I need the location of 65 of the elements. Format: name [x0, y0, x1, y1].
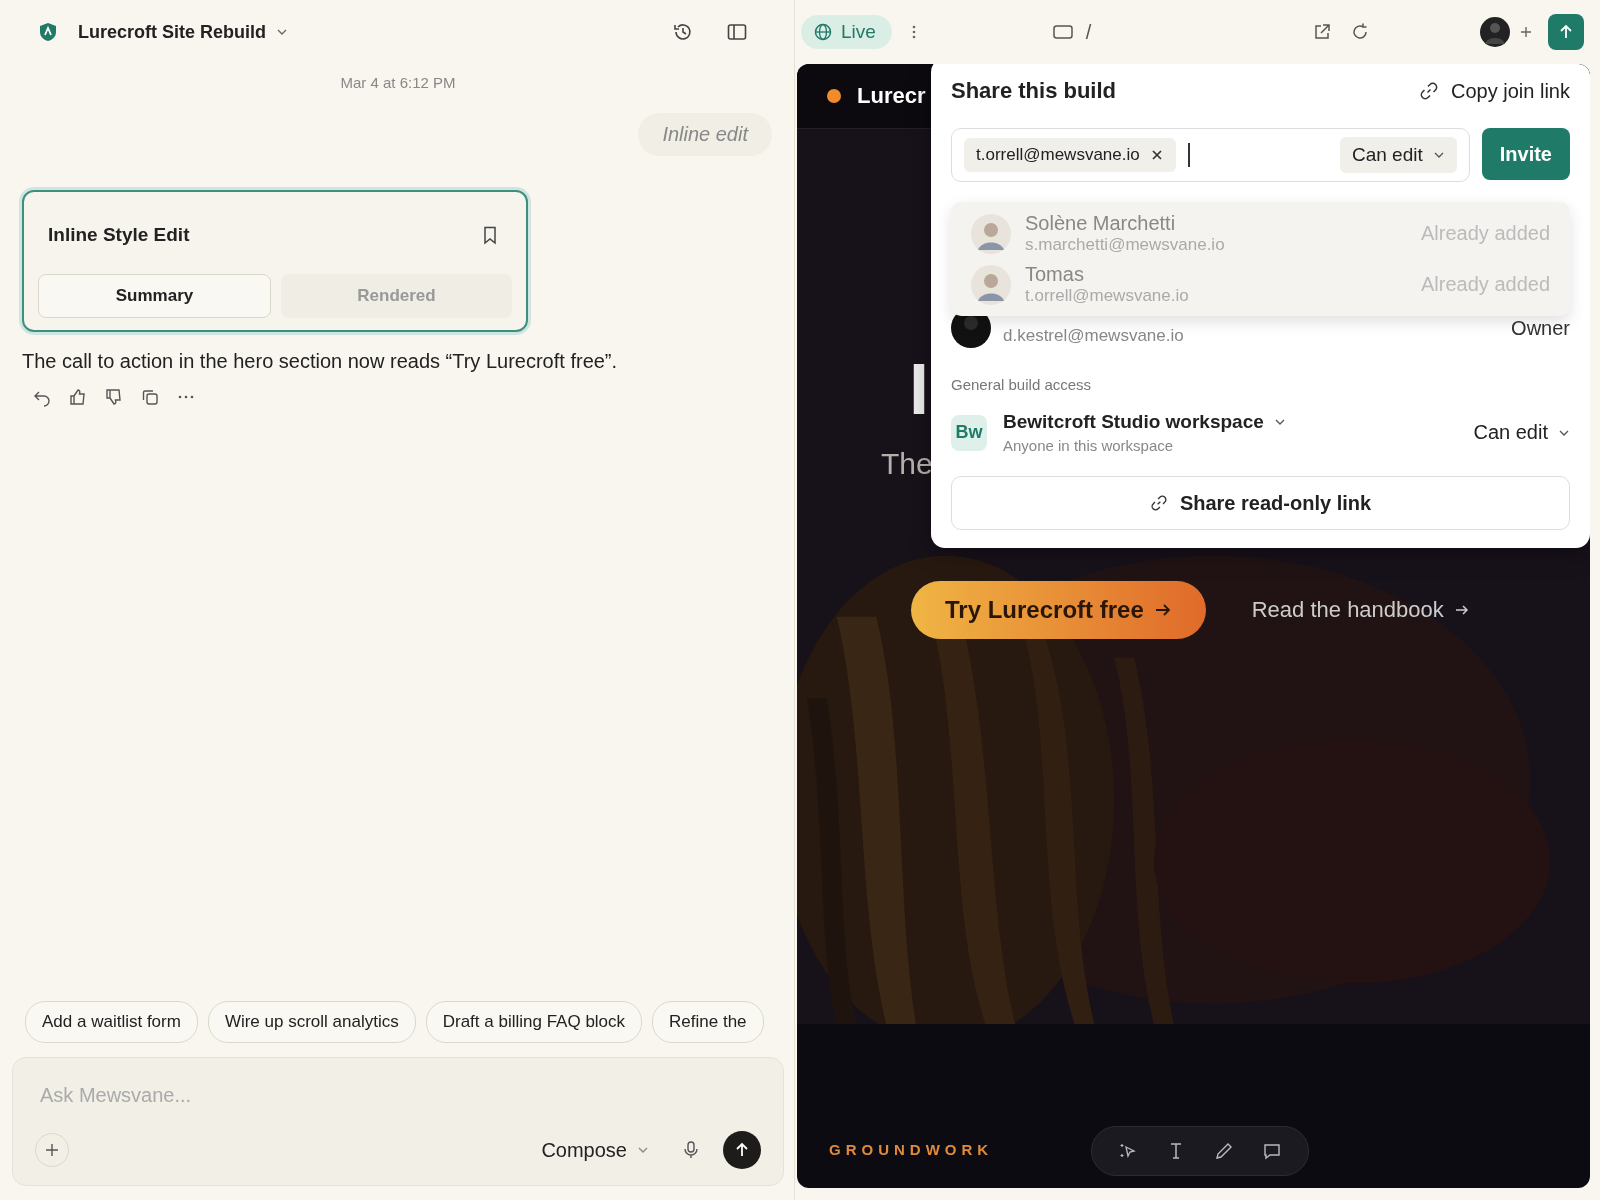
- person-name: Tomas: [1025, 263, 1085, 286]
- timestamp: Mar 4 at 6:12 PM: [339, 74, 457, 91]
- external-link-icon[interactable]: [1312, 22, 1332, 42]
- remove-icon[interactable]: [1149, 148, 1164, 162]
- workspace-description: Anyone in this workspace: [1003, 437, 1174, 454]
- copy-icon[interactable]: [140, 387, 160, 407]
- suggestion-chip[interactable]: Wire up scroll analytics: [207, 1001, 416, 1043]
- user-message: Inline edit: [638, 113, 772, 156]
- avatar-icon: [971, 264, 1011, 305]
- comment-icon[interactable]: [1262, 1141, 1282, 1161]
- popover-title: Share this build: [951, 78, 1117, 104]
- suggestion-chip[interactable]: Add a waitlist form: [25, 1001, 198, 1043]
- refresh-icon[interactable]: [1350, 22, 1370, 42]
- send-button[interactable]: [723, 1131, 761, 1169]
- person-email: s.marchetti@mewsvane.io: [1025, 235, 1225, 255]
- history-icon[interactable]: [672, 21, 694, 43]
- person-email: t.orrell@mewsvane.io: [1025, 286, 1189, 306]
- handbook-link[interactable]: Read the handbook: [1251, 597, 1470, 623]
- email-tag: t.orrell@mewsvane.io: [964, 138, 1176, 172]
- card-tab[interactable]: Summary: [38, 274, 271, 318]
- member-email: d.kestrel@mewsvane.io: [1003, 325, 1184, 346]
- thumbs-up-icon[interactable]: [68, 387, 88, 407]
- permission-dropdown[interactable]: Can edit: [1339, 137, 1457, 173]
- section-heading: General build access: [951, 376, 1093, 393]
- mode-dropdown[interactable]: Compose: [541, 1138, 649, 1162]
- project-title[interactable]: Lurecroft Site Rebuild: [78, 21, 266, 43]
- cta-button[interactable]: Try Lurecroft free: [911, 581, 1206, 639]
- plus-icon[interactable]: [1518, 24, 1534, 40]
- workspace-badge: Bw: [951, 414, 987, 451]
- suggestion-chip[interactable]: Refine the: [652, 1001, 764, 1043]
- pencil-icon[interactable]: [1214, 1141, 1234, 1161]
- arrow-up-icon: [1558, 24, 1574, 40]
- link-icon: [1149, 494, 1168, 512]
- suggestion-chip[interactable]: Draft a billing FAQ block: [425, 1001, 643, 1043]
- member-role: Owner: [1511, 316, 1570, 340]
- section-label: GROUNDWORK: [829, 1141, 994, 1158]
- microphone-icon[interactable]: [681, 1140, 701, 1160]
- hero-headline: I: [909, 353, 929, 425]
- page-path[interactable]: /: [1085, 20, 1092, 44]
- invite-field[interactable]: t.orrell@mewsvane.io Can edit: [951, 128, 1470, 182]
- link-icon: [1419, 81, 1440, 101]
- shield-icon: [38, 22, 58, 42]
- share-link-button[interactable]: Share read-only link: [951, 476, 1570, 530]
- arrow-up-icon: [734, 1142, 750, 1158]
- plus-icon: [44, 1142, 60, 1158]
- publish-button[interactable]: [1548, 14, 1584, 50]
- live-status[interactable]: Live: [801, 15, 892, 49]
- brand-dot-icon: [827, 89, 841, 103]
- card-title: Inline Style Edit: [48, 224, 190, 246]
- status-label: Already added: [1421, 222, 1550, 245]
- access-dropdown[interactable]: Can edit: [1473, 421, 1570, 444]
- prompt-field[interactable]: Ask Mewsvane...: [35, 1080, 761, 1111]
- thumbs-down-icon[interactable]: [104, 387, 124, 407]
- hero-subtitle: The: [881, 447, 933, 481]
- invite-button[interactable]: Invite: [1481, 128, 1570, 180]
- avatar-icon[interactable]: [1480, 17, 1510, 47]
- status-label: Already added: [1421, 273, 1550, 296]
- person-name: Solène Marchetti: [1025, 212, 1177, 235]
- workspace-dropdown[interactable]: Bewitcroft Studio workspace: [1003, 411, 1286, 433]
- sidebar-icon[interactable]: [726, 21, 748, 43]
- assistant-message: The call to action in the hero section now reads “Try Lurecroft free”.: [22, 350, 619, 373]
- globe-icon: [813, 22, 833, 42]
- site-brand[interactable]: Lurecr: [857, 83, 926, 109]
- avatar-icon: [971, 213, 1011, 254]
- copy-link-button[interactable]: Copy join link: [1419, 79, 1570, 103]
